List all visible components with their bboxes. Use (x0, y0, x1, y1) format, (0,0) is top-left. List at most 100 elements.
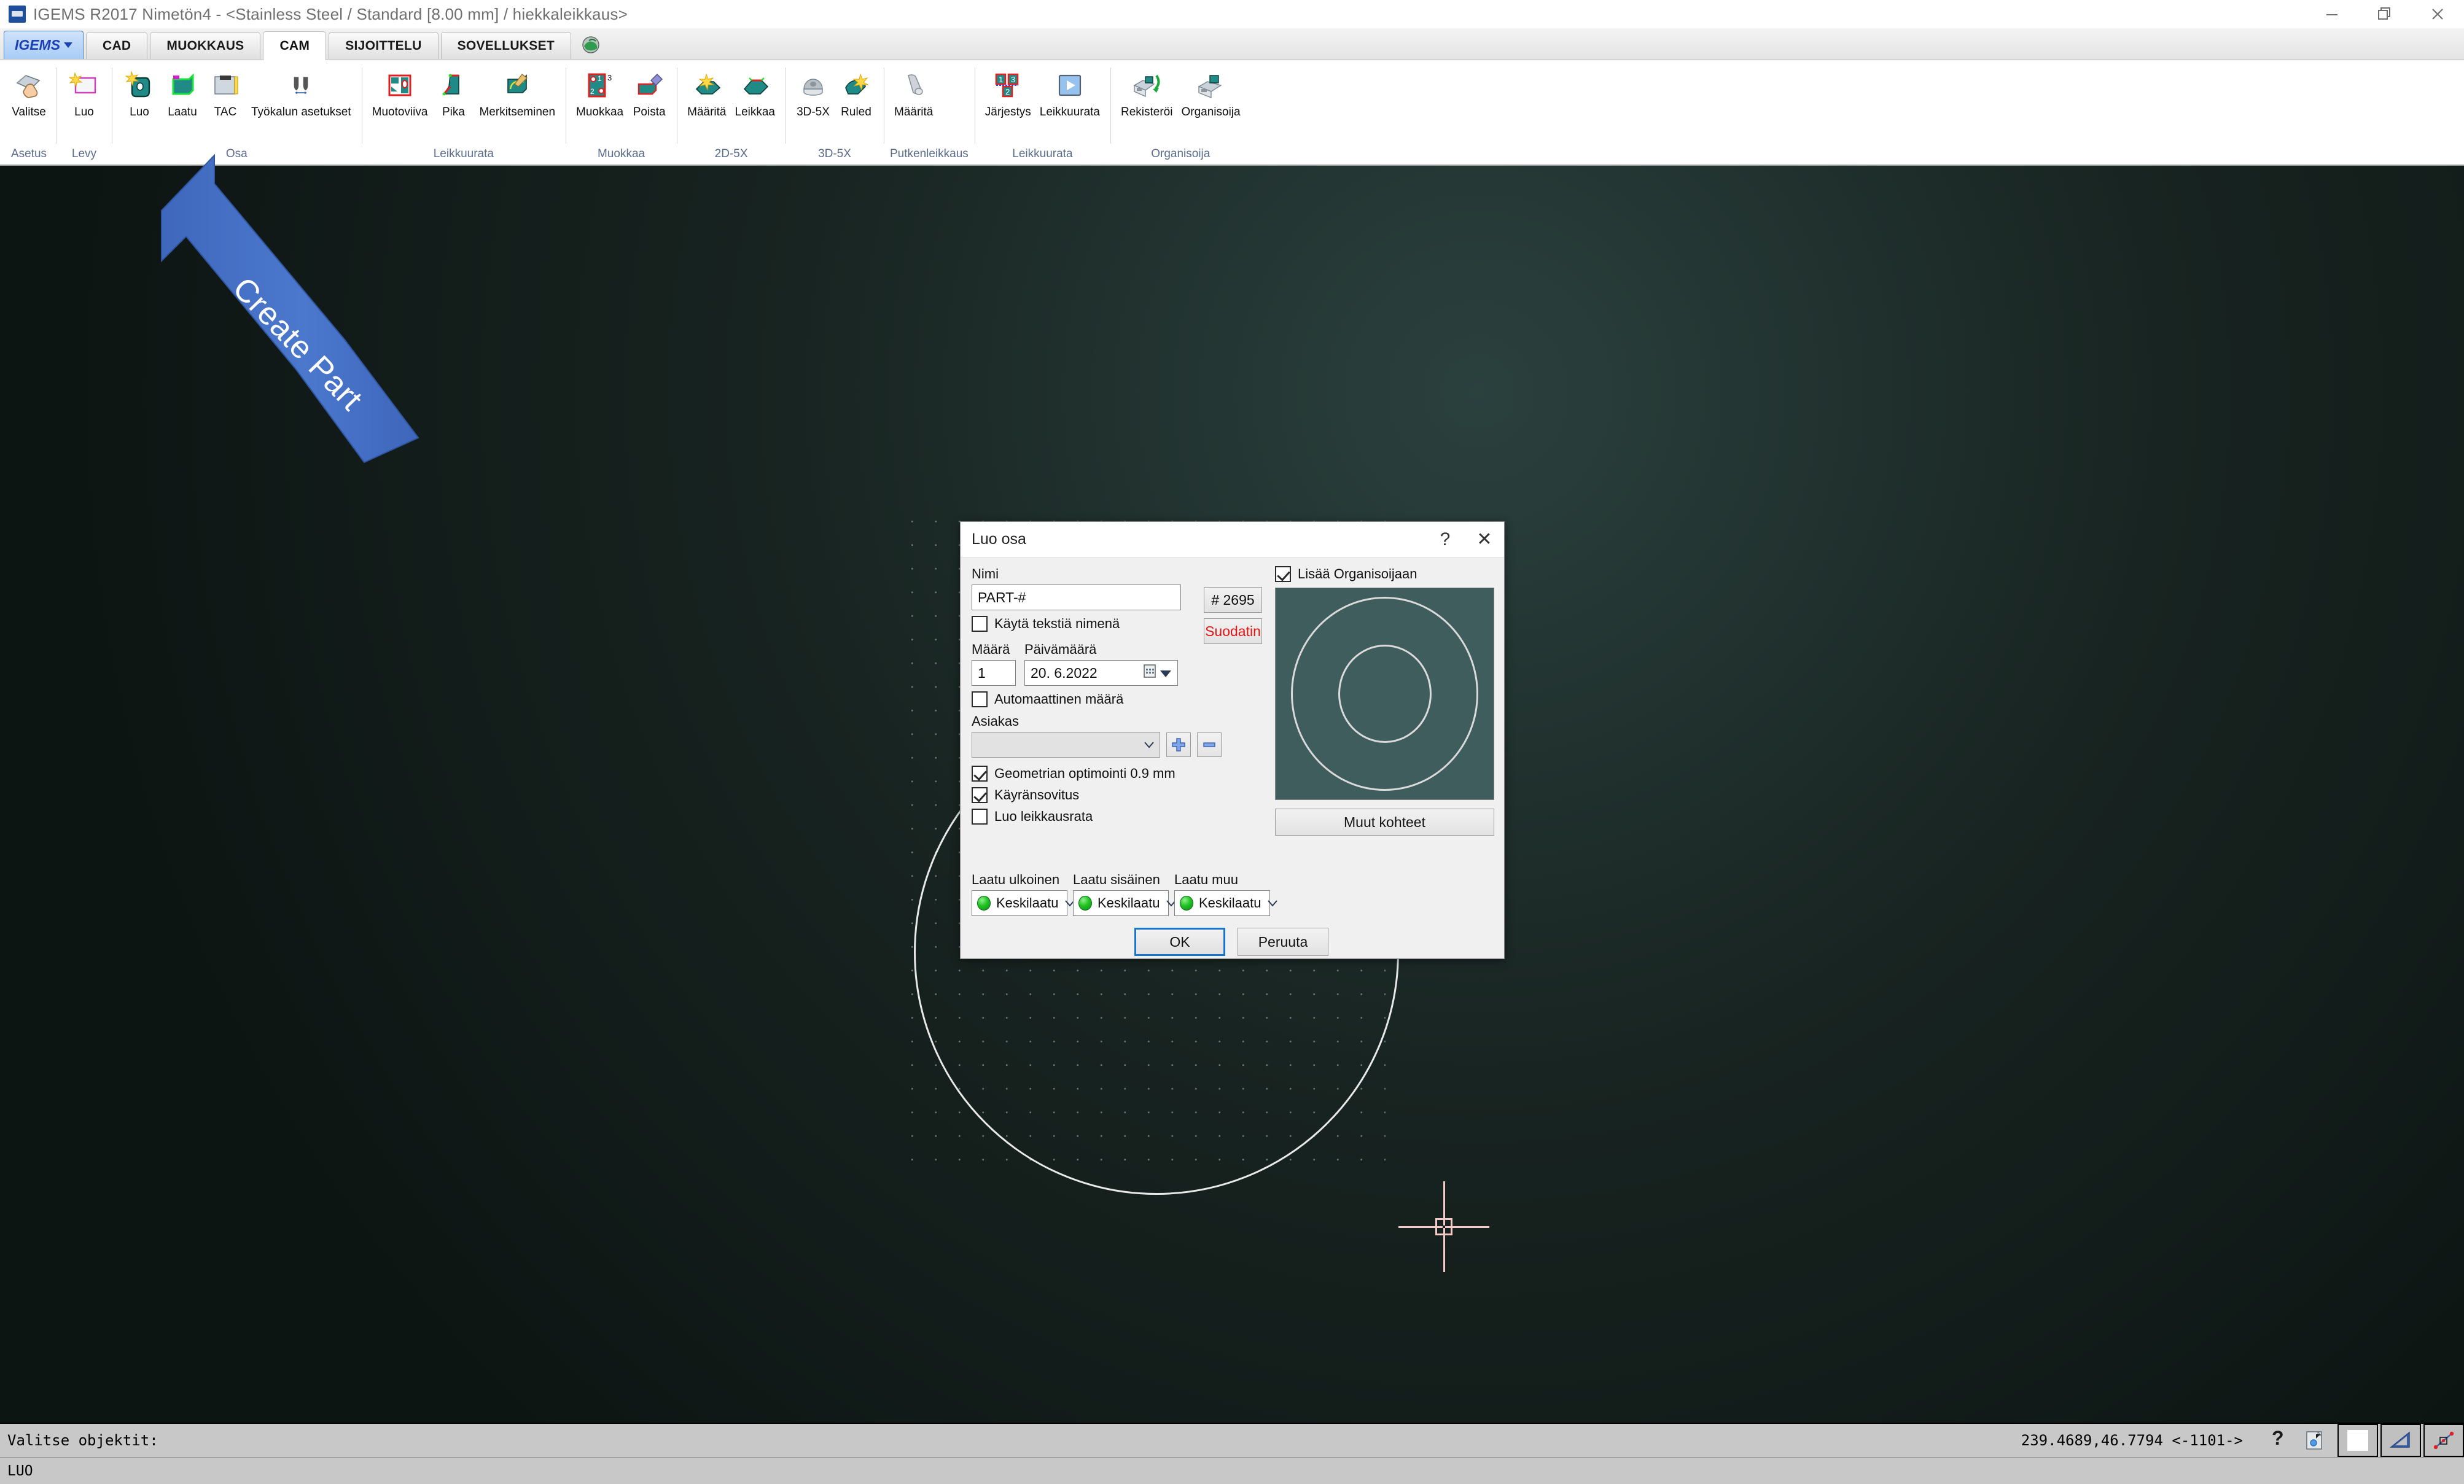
quality-green-status-icon (977, 896, 991, 911)
ribbon-button-levy-luo[interactable]: Luo (63, 66, 106, 119)
tab-cad-label: CAD (103, 38, 131, 53)
quantity-input[interactable]: 1 (972, 660, 1016, 686)
ribbon-button-leikkuurata-play[interactable]: Leikkuurata (1035, 66, 1104, 119)
quality-outer-label: Laatu ulkoinen (972, 872, 1060, 887)
create-cutpath-row[interactable]: Luo leikkausrata (972, 809, 1263, 825)
customer-select[interactable] (972, 732, 1160, 758)
ribbon-button-2d5x-maarita[interactable]: Määritä (683, 66, 730, 119)
quality-outer-select[interactable]: Keskilaatu (972, 890, 1075, 916)
create-cutpath-checkbox[interactable] (972, 809, 988, 825)
geometry-optimization-checkbox[interactable] (972, 766, 988, 782)
add-customer-button[interactable] (1166, 732, 1191, 757)
remove-customer-button[interactable] (1197, 732, 1222, 757)
title-bar: IGEMS R2017 Nimetön4 - <Stainless Steel … (0, 0, 2464, 28)
ribbon-button-3d5x[interactable]: 3D-5X (792, 66, 835, 119)
quality-other-select[interactable]: Keskilaatu (1174, 890, 1277, 916)
ribbon-button-tyokalun-asetukset[interactable]: Työkalun asetukset (247, 66, 356, 119)
ribbon-button-merkitseminen[interactable]: Merkitseminen (475, 66, 559, 119)
tab-sijoittelu[interactable]: SIJOITTELU (329, 32, 439, 59)
ribbon-button-laatu[interactable]: Laatu (161, 66, 204, 119)
ribbon-button-leikkuurata-play-label: Leikkuurata (1039, 106, 1100, 118)
date-input-value: 20. 6.2022 (1031, 664, 1097, 681)
calendar-icon[interactable] (1143, 664, 1156, 682)
ribbon-button-merkitseminen-label: Merkitseminen (479, 106, 556, 118)
add-to-organizer-row[interactable]: Lisää Organisoijaan (1275, 566, 1496, 582)
use-text-as-name-checkbox[interactable] (972, 616, 988, 632)
minimize-button[interactable] (2306, 0, 2358, 28)
ribbon-button-2d5x-leikkaa[interactable]: Leikkaa (731, 66, 780, 119)
help-question-icon[interactable]: ? (2259, 1424, 2297, 1457)
auto-quantity-row[interactable]: Automaattinen määrä (972, 691, 1263, 707)
dialog-title: Luo osa (972, 530, 1026, 548)
ruled-surface-icon (839, 68, 873, 103)
tab-cad[interactable]: CAD (86, 32, 148, 59)
geometry-optimization-row[interactable]: Geometrian optimointi 0.9 mm (972, 766, 1263, 782)
window-controls (2306, 0, 2464, 28)
status-bar-icons: ? (2259, 1424, 2464, 1457)
ribbon-button-muokkaa[interactable]: 1 2 3 Muokkaa (572, 66, 628, 119)
quantity-label: Määrä (972, 642, 1010, 657)
other-objects-button[interactable]: Muut kohteet (1275, 809, 1494, 836)
tab-sijoittelu-label: SIJOITTELU (345, 38, 422, 53)
date-dropdown-chevron-down-icon[interactable] (1160, 665, 1172, 682)
igems-app-button[interactable]: IGEMS (4, 31, 84, 59)
ribbon-button-pika[interactable]: Pika (432, 66, 475, 119)
ribbon-group-2d5x: Määritä Leikkaa 2D-5X (677, 63, 786, 165)
help-globe-icon[interactable] (577, 32, 604, 58)
snap-point-toggle[interactable] (2423, 1424, 2464, 1457)
ribbon-button-putki-maarita[interactable]: Määritä (890, 66, 937, 119)
ribbon-button-tac-label: TAC (214, 106, 237, 118)
create-cutpath-label: Luo leikkausrata (994, 809, 1093, 824)
ribbon-button-jarjestys[interactable]: 1 3 2 Järjestys (981, 66, 1035, 119)
luo-osa-dialog: Luo osa ? ✕ Nimi PART-# Käytä tekstiä ni… (960, 521, 1505, 959)
quality-other-value: Keskilaatu (1199, 895, 1261, 911)
blank-toggle[interactable] (2337, 1424, 2378, 1457)
add-to-organizer-checkbox[interactable] (1275, 566, 1291, 582)
part-number-button[interactable]: # 2695 (1204, 587, 1262, 613)
tab-muokkaus-label: MUOKKAUS (166, 38, 244, 53)
tab-muokkaus[interactable]: MUOKKAUS (150, 32, 261, 59)
preview-inner-circle (1338, 645, 1432, 743)
ribbon-group-muokkaa-title: Muokkaa (598, 147, 645, 160)
dialog-help-button[interactable]: ? (1425, 522, 1465, 557)
ribbon-button-osa-luo[interactable]: Luo (118, 66, 161, 119)
tube-cut-icon (897, 68, 931, 103)
quality-outer-value: Keskilaatu (996, 895, 1059, 911)
ribbon-button-muotoviiva[interactable]: Muotoviiva (368, 66, 432, 119)
dialog-close-button[interactable]: ✕ (1465, 522, 1504, 557)
ribbon-button-3d5x-label: 3D-5X (797, 106, 830, 118)
cancel-button[interactable]: Peruuta (1238, 928, 1328, 956)
curve-fit-row[interactable]: Käyränsovitus (972, 787, 1263, 803)
ribbon-button-poista[interactable]: Poista (628, 66, 671, 119)
ribbon-button-jarjestys-label: Järjestys (984, 106, 1031, 118)
ortho-triangle-toggle[interactable] (2380, 1424, 2421, 1457)
chevron-down-icon (1144, 738, 1155, 752)
ribbon-button-organisoija[interactable]: Organisoija (1177, 66, 1244, 119)
ribbon-group-asetus: Valitse Asetus (1, 63, 57, 165)
auto-quantity-checkbox[interactable] (972, 691, 988, 707)
ok-button[interactable]: OK (1134, 928, 1225, 956)
curve-fit-checkbox[interactable] (972, 787, 988, 803)
ribbon-button-valitse[interactable]: Valitse (7, 66, 50, 119)
restore-button[interactable] (2358, 0, 2411, 28)
tab-sovellukset[interactable]: SOVELLUKSET (440, 32, 572, 59)
select-hand-icon (12, 68, 46, 103)
dome-3d-icon (796, 68, 830, 103)
svg-text:3: 3 (1011, 75, 1015, 84)
close-button[interactable] (2411, 0, 2464, 28)
ribbon-button-rekisteroi[interactable]: Rekisteröi (1117, 66, 1177, 119)
name-input[interactable]: PART-# (972, 585, 1181, 610)
ribbon-group-3d5x-title: 3D-5X (818, 147, 851, 160)
quality-inner-select[interactable]: Keskilaatu (1073, 890, 1176, 916)
ribbon-button-tac[interactable]: TAC (204, 66, 247, 119)
name-label: Nimi (972, 566, 999, 581)
ribbon-button-organisoija-label: Organisoija (1181, 106, 1241, 118)
document-snap-icon[interactable] (2297, 1424, 2335, 1457)
tab-cam[interactable]: CAM (263, 31, 327, 60)
ribbon-button-ruled[interactable]: Ruled (835, 66, 878, 119)
ribbon-group-leikkuurata-1: Muotoviiva Pika Merkitseminen Leikkuurat… (361, 63, 566, 165)
command-prompt-bar: Valitse objektit: 239.4689,46.7794 <-110… (0, 1423, 2464, 1457)
filter-button[interactable]: Suodatin (1204, 618, 1262, 644)
command-prompt-text: Valitse objektit: (7, 1432, 158, 1449)
date-input[interactable]: 20. 6.2022 (1024, 660, 1178, 686)
